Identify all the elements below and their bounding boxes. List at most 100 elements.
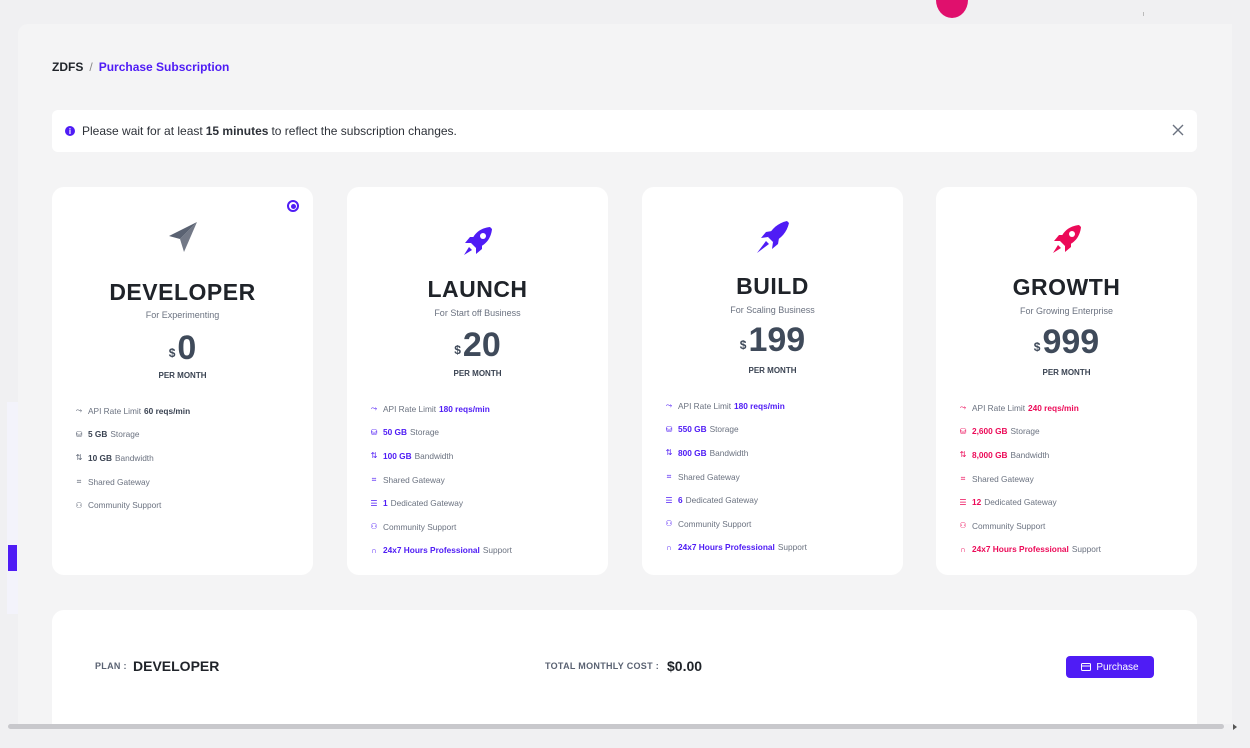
- feature-item: ⤳ API Rate Limit 60 reqs/min: [74, 399, 303, 423]
- feature-post: Shared Gateway: [972, 473, 1034, 484]
- feature-pre: API Rate Limit: [678, 400, 732, 411]
- feature-post: Community Support: [88, 500, 162, 511]
- plan-tagline: For Experimenting: [145, 310, 220, 320]
- storage-icon: ⛁: [665, 424, 673, 434]
- feature-item: ⛁ 50 GB Storage: [369, 421, 598, 445]
- feature-highlight: 180 reqs/min: [439, 403, 490, 414]
- bandwidth-icon: ⇅: [370, 451, 378, 461]
- plan-card-launch[interactable]: LAUNCH For Start off Business $20 PER MONTH…: [347, 187, 608, 575]
- feature-post: Community Support: [383, 521, 457, 532]
- feature-item: ⛁ 550 GB Storage: [664, 418, 893, 442]
- close-icon[interactable]: [1171, 123, 1185, 137]
- price-amount: 20: [462, 326, 501, 364]
- dedicated-gateway-icon: ☰: [959, 497, 967, 507]
- feature-post: Dedicated Gateway: [390, 498, 464, 509]
- community-icon: ⚇: [370, 522, 378, 532]
- feature-post: Community Support: [678, 518, 752, 529]
- dedicated-gateway-icon: ☰: [665, 495, 673, 505]
- price-amount: 0: [177, 329, 197, 367]
- feature-list: ⤳ API Rate Limit 60 reqs/min ⛁ 5 GB Storage ⇅ 1…: [74, 399, 303, 517]
- total-cost-label: TOTAL MONTHLY COST :: [545, 661, 660, 671]
- feature-highlight: 1: [383, 498, 388, 509]
- feature-item: ⚇ Community Support: [664, 512, 893, 536]
- feature-post: Support: [777, 542, 807, 553]
- main-content: ZDFS / Purchase Subscription i Please wa…: [18, 24, 1232, 724]
- feature-highlight: 60 reqs/min: [144, 405, 191, 416]
- bandwidth-icon: ⇅: [75, 453, 83, 463]
- feature-post: Bandwidth: [1010, 449, 1050, 460]
- plan-name: BUILD: [736, 273, 809, 299]
- feature-item: ⚇ Community Support: [74, 493, 303, 517]
- storage-icon: ⛁: [75, 429, 83, 439]
- feature-highlight: 100 GB: [383, 450, 412, 461]
- plan-price: $199: [642, 321, 903, 360]
- headset-icon: ∩: [371, 545, 377, 555]
- feature-post: Storage: [409, 427, 440, 438]
- feature-highlight: 8,000 GB: [972, 449, 1008, 460]
- feature-highlight: 2,600 GB: [972, 426, 1008, 437]
- rate-icon: ⤳: [959, 402, 967, 412]
- feature-post: Support: [1071, 544, 1101, 555]
- feature-highlight: 12: [972, 497, 982, 508]
- feature-post: Support: [482, 545, 512, 556]
- plan-price: $20: [347, 326, 608, 365]
- notice-prefix: Please wait for at least: [82, 124, 203, 138]
- breadcrumb-current: Purchase Subscription: [98, 60, 230, 74]
- feature-post: Shared Gateway: [383, 474, 445, 485]
- rocket-launch-icon: [755, 219, 791, 255]
- feature-post: Dedicated Gateway: [984, 497, 1057, 508]
- plan-tagline: For Start off Business: [434, 308, 521, 318]
- feature-highlight: 24x7 Hours Professional: [383, 545, 480, 556]
- feature-item: ☰ 6 Dedicated Gateway: [664, 488, 893, 512]
- feature-item: ∩ 24x7 Hours Professional Support: [958, 538, 1187, 562]
- plan-name: DEVELOPER: [109, 279, 256, 305]
- storage-icon: ⛁: [959, 426, 967, 436]
- feature-pre: API Rate Limit: [972, 402, 1026, 413]
- feature-item: ∩ 24x7 Hours Professional Support: [664, 536, 893, 560]
- rate-icon: ⤳: [75, 405, 83, 415]
- sidebar-active-indicator[interactable]: [8, 545, 17, 571]
- headset-icon: ∩: [666, 542, 672, 552]
- plan-name: LAUNCH: [427, 276, 528, 302]
- bandwidth-icon: ⇅: [959, 450, 967, 460]
- plan-card-growth[interactable]: GROWTH For Growing Enterprise $999 PER MONT…: [936, 187, 1197, 575]
- gateway-icon: ⌗: [76, 476, 82, 486]
- rocket-icon: [1049, 221, 1085, 257]
- dedicated-gateway-icon: ☰: [370, 498, 378, 508]
- feature-item: ∩ 24x7 Hours Professional Support: [369, 539, 598, 563]
- sidebar-panel: [7, 402, 18, 614]
- feature-item: ⌗ Shared Gateway: [958, 467, 1187, 491]
- feature-item: ⌗ Shared Gateway: [664, 465, 893, 489]
- feature-item: ⚇ Community Support: [958, 514, 1187, 538]
- feature-item: ⌗ Shared Gateway: [369, 468, 598, 492]
- feature-item: ☰ 1 Dedicated Gateway: [369, 491, 598, 515]
- feature-item: ⛁ 2,600 GB Storage: [958, 420, 1187, 444]
- feature-item: ⤳ API Rate Limit 180 reqs/min: [369, 397, 598, 421]
- feature-highlight: 24x7 Hours Professional: [678, 542, 775, 553]
- plan-tagline: For Growing Enterprise: [1019, 306, 1114, 316]
- feature-post: Storage: [709, 424, 739, 435]
- plan-summary: PLAN : DEVELOPER TOTAL MONTHLY COST : $0…: [52, 610, 1197, 724]
- plan-selected-radio[interactable]: [287, 200, 299, 212]
- price-period: PER MONTH: [748, 366, 797, 375]
- plan-price: $999: [936, 323, 1197, 362]
- feature-highlight: 5 GB: [88, 429, 108, 440]
- notice-bold: 15 minutes: [205, 124, 269, 138]
- plan-card-build[interactable]: BUILD For Scaling Business $199 PER MONTH ⤳ A…: [642, 187, 903, 575]
- breadcrumb-root[interactable]: ZDFS: [52, 60, 83, 74]
- feature-highlight: 240 reqs/min: [1028, 402, 1079, 413]
- feature-highlight: 800 GB: [678, 447, 707, 458]
- purchase-label: Purchase: [1096, 661, 1139, 673]
- card-icon: [1081, 663, 1092, 671]
- feature-item: ⤳ API Rate Limit 240 reqs/min: [958, 396, 1187, 420]
- plan-name: GROWTH: [1012, 274, 1121, 300]
- purchase-button[interactable]: Purchase: [1066, 656, 1154, 678]
- gateway-icon: ⌗: [666, 471, 672, 481]
- feature-item: ☰ 12 Dedicated Gateway: [958, 490, 1187, 514]
- gateway-icon: ⌗: [371, 474, 377, 484]
- bandwidth-icon: ⇅: [665, 448, 673, 458]
- plan-card-developer[interactable]: DEVELOPER For Experimenting $0 PER MONTH ⤳ AP…: [52, 187, 313, 575]
- price-period: PER MONTH: [453, 369, 502, 378]
- scroll-right-icon[interactable]: [1233, 724, 1237, 730]
- horizontal-scrollbar[interactable]: [8, 724, 1224, 729]
